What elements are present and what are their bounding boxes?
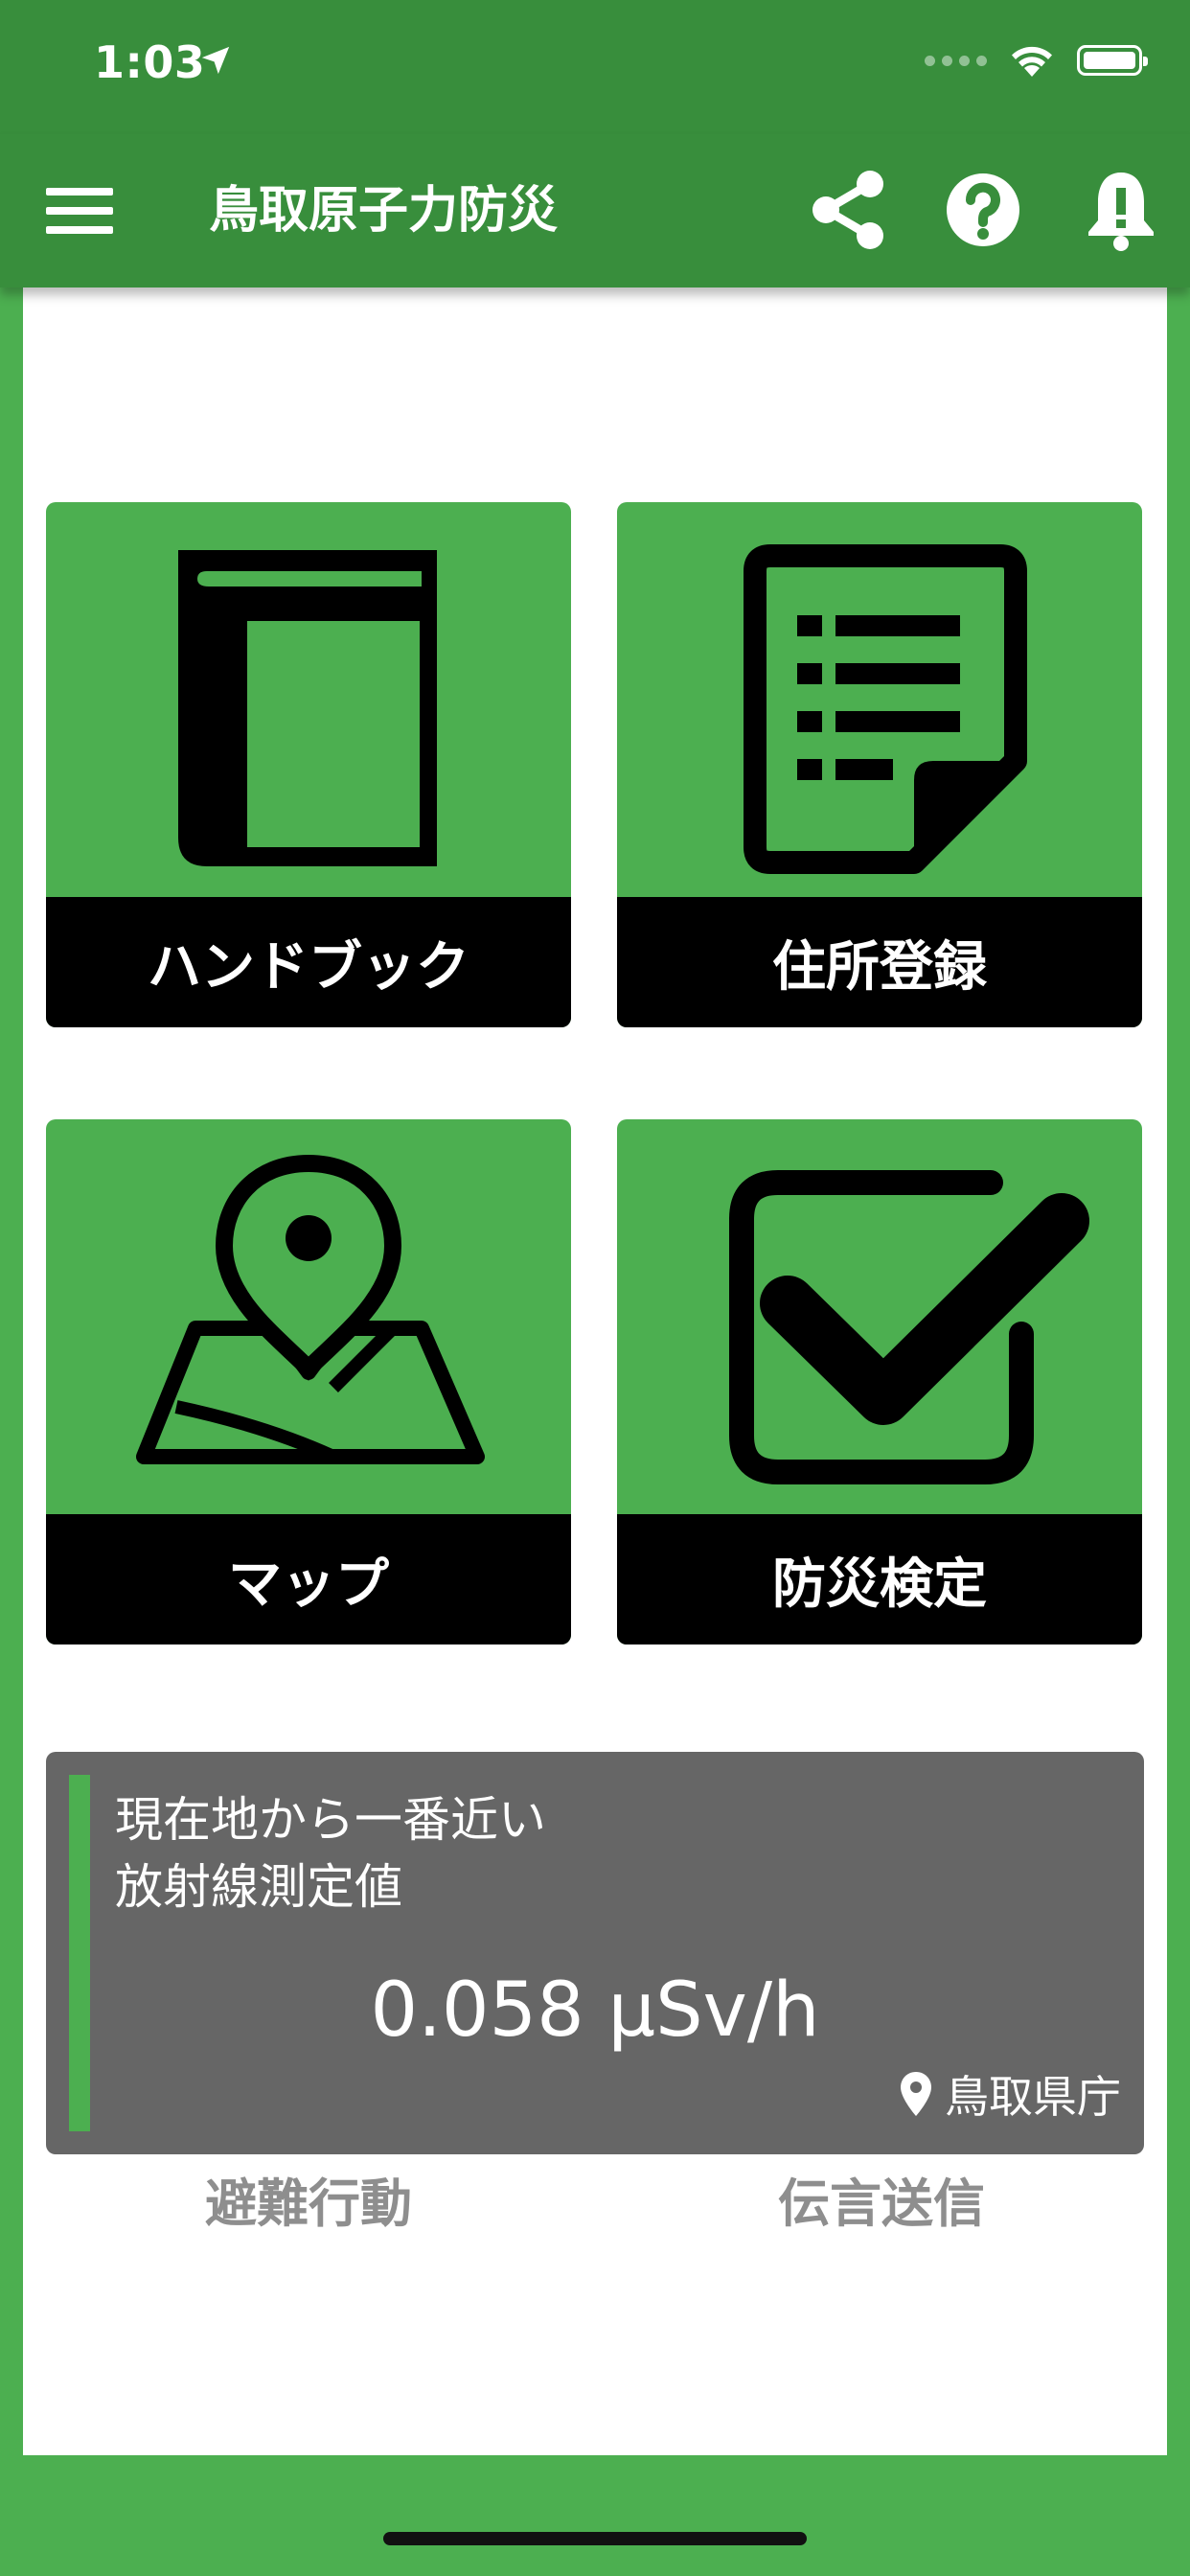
map-label: マップ: [46, 1514, 571, 1644]
checkbox-icon: [729, 1170, 1089, 1484]
radiation-value: 0.058 μSv/h: [370, 1967, 820, 2054]
radiation-heading-line1: 現在地から一番近い: [115, 1792, 546, 1848]
share-icon[interactable]: [807, 167, 887, 253]
handbook-tile[interactable]: ハンドブック: [46, 502, 571, 1027]
radiation-heading: 現在地から一番近い 放射線測定値: [115, 1786, 546, 1920]
send-message-link[interactable]: 伝言送信: [642, 2166, 1121, 2242]
menu-button[interactable]: [46, 182, 115, 240]
radiation-card-accent: [69, 1775, 90, 2131]
home-indicator: [383, 2532, 807, 2545]
location-pin-icon: [901, 2072, 931, 2116]
wifi-icon: [1012, 46, 1052, 77]
alert-bell-icon[interactable]: [1085, 167, 1157, 253]
location-arrow-icon: [201, 46, 230, 75]
cellular-signal-icon: [925, 55, 987, 66]
document-list-icon: [744, 544, 1027, 874]
radiation-location: 鳥取県庁: [899, 2062, 1121, 2126]
radiation-location-text: 鳥取県庁: [945, 2071, 1121, 2123]
radiation-card[interactable]: 現在地から一番近い 放射線測定値 0.058 μSv/h 鳥取県庁: [46, 1752, 1144, 2154]
evacuation-action-link[interactable]: 避難行動: [69, 2166, 548, 2242]
map-tile[interactable]: マップ: [46, 1119, 571, 1644]
disaster-quiz-label: 防災検定: [617, 1514, 1142, 1644]
address-registration-label: 住所登録: [617, 897, 1142, 1027]
address-registration-tile[interactable]: 住所登録: [617, 502, 1142, 1027]
status-time: 1:03: [94, 36, 230, 88]
help-icon[interactable]: [943, 167, 1023, 253]
battery-icon: [1077, 45, 1148, 76]
map-pin-icon: [136, 1154, 485, 1464]
app-bar: 鳥取原子力防災: [0, 134, 1190, 288]
status-indicators: [925, 42, 1148, 79]
book-icon: [178, 550, 437, 866]
handbook-label: ハンドブック: [46, 897, 571, 1027]
disaster-quiz-tile[interactable]: 防災検定: [617, 1119, 1142, 1644]
status-bar: 1:03: [0, 0, 1190, 134]
radiation-heading-line2: 放射線測定値: [115, 1859, 402, 1915]
status-time-text: 1:03: [94, 36, 206, 88]
app-title: 鳥取原子力防災: [209, 182, 559, 240]
